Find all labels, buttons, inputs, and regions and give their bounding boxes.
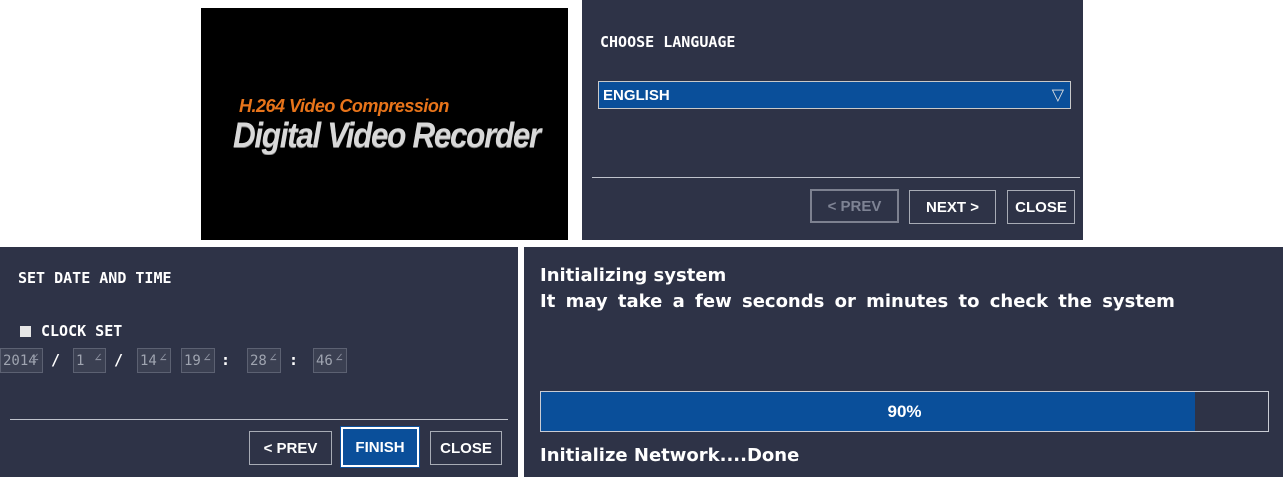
init-dialog: Initializing system It may take a few se… [524, 247, 1283, 477]
divider [592, 177, 1080, 178]
datetime-dialog: SET DATE AND TIME CLOCK SET 2014 ∠ / 1 ∠… [0, 247, 518, 477]
progress-bar: 90% [540, 391, 1269, 432]
minute-value: 28 [250, 352, 267, 369]
language-select[interactable]: ENGLISH ▽ [598, 81, 1071, 109]
time-separator: : [221, 351, 231, 369]
init-status: Initialize Network....Done [540, 445, 800, 466]
spinner-icon[interactable]: ∠ [31, 351, 39, 366]
day-field[interactable]: 14 ∠ [137, 348, 171, 373]
spinner-icon[interactable]: ∠ [203, 351, 211, 366]
date-separator: / [51, 351, 61, 369]
datetime-dialog-title: SET DATE AND TIME [18, 269, 172, 287]
dropdown-arrow-icon[interactable]: ▽ [1052, 85, 1064, 104]
prev-button[interactable]: < PREV [810, 189, 899, 223]
hour-value: 19 [184, 352, 201, 369]
next-button[interactable]: NEXT > [909, 190, 996, 224]
hour-field[interactable]: 19 ∠ [181, 348, 215, 373]
month-field[interactable]: 1 ∠ [73, 348, 106, 373]
spinner-icon[interactable]: ∠ [269, 351, 277, 366]
prev-button[interactable]: < PREV [249, 431, 332, 465]
close-button[interactable]: CLOSE [1007, 190, 1075, 224]
language-dialog: CHOOSE LANGUAGE ENGLISH ▽ < PREV NEXT > … [582, 0, 1083, 240]
minute-field[interactable]: 28 ∠ [247, 348, 281, 373]
clock-set-label: CLOCK SET [41, 322, 123, 340]
date-separator: / [114, 351, 124, 369]
month-value: 1 [76, 352, 85, 369]
language-select-value: ENGLISH [603, 87, 670, 104]
init-heading: Initializing system [540, 265, 727, 286]
splash-title: Digital Video Recorder [233, 116, 541, 155]
checkbox-icon[interactable] [20, 325, 31, 337]
spinner-icon[interactable]: ∠ [335, 351, 343, 366]
language-dialog-title: CHOOSE LANGUAGE [600, 33, 736, 51]
clock-set-checkbox[interactable]: CLOCK SET [20, 322, 122, 340]
year-field[interactable]: 2014 ∠ [0, 348, 43, 373]
second-field[interactable]: 46 ∠ [313, 348, 347, 373]
splash-subtitle: H.264 Video Compression [239, 96, 449, 116]
second-value: 46 [316, 352, 333, 369]
time-separator: : [289, 351, 299, 369]
spinner-icon[interactable]: ∠ [94, 351, 102, 366]
divider [10, 419, 508, 420]
close-button[interactable]: CLOSE [430, 431, 502, 465]
finish-button[interactable]: FINISH [340, 426, 420, 468]
day-value: 14 [140, 352, 157, 369]
spinner-icon[interactable]: ∠ [159, 351, 167, 366]
splash-screen: H.264 Video Compression Digital Video Re… [201, 8, 568, 240]
progress-label: 90% [887, 402, 922, 421]
init-message: It may take a few seconds or minutes to … [540, 291, 1175, 312]
